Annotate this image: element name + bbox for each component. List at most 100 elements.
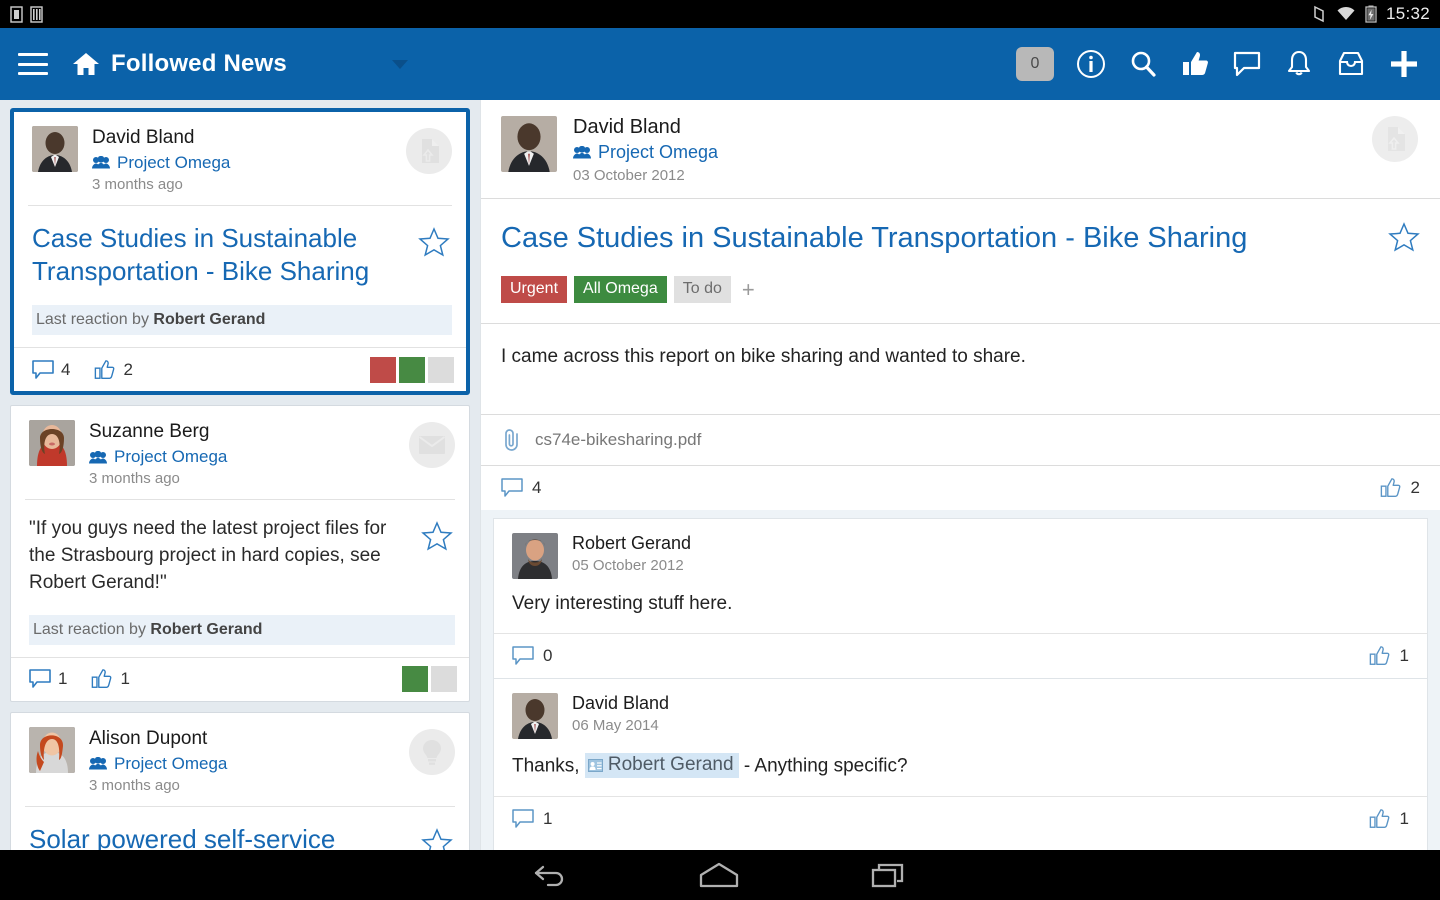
document-upload-icon xyxy=(1372,116,1418,162)
back-icon[interactable] xyxy=(532,861,568,889)
recent-apps-icon[interactable] xyxy=(870,861,908,889)
feed-card[interactable]: Suzanne Berg Project Omega 3 months ago … xyxy=(10,405,470,702)
comment-text: Very interesting stuff here. xyxy=(512,593,733,614)
android-screen: 15:32 Followed News 0 David Bland Projec… xyxy=(0,0,1440,900)
detail-group[interactable]: Project Omega xyxy=(573,142,718,163)
card-author: David Bland xyxy=(92,127,195,148)
feed-card-selected[interactable]: David Bland Project Omega 3 months ago C… xyxy=(10,108,470,396)
comment-count[interactable]: 4 xyxy=(501,478,541,498)
card-header: Suzanne Berg Project Omega 3 months ago xyxy=(11,406,469,499)
avatar xyxy=(501,116,557,172)
status-clock: 15:32 xyxy=(1385,4,1430,23)
thumbs-up-icon[interactable] xyxy=(1180,49,1210,79)
comment-count-value: 4 xyxy=(61,359,71,379)
envelope-icon xyxy=(409,422,455,469)
card-author: Alison Dupont xyxy=(89,727,208,749)
comment-count-value: 0 xyxy=(543,646,553,665)
info-icon[interactable] xyxy=(1076,49,1106,79)
comment-count[interactable]: 4 xyxy=(32,360,70,380)
comment-icon[interactable] xyxy=(1232,49,1262,79)
comment-count-value: 1 xyxy=(543,809,553,828)
star-icon[interactable] xyxy=(418,226,452,263)
tag-to-do[interactable]: To do xyxy=(673,276,731,303)
detail-header: David Bland Project Omega 03 October 201… xyxy=(481,100,1440,198)
detail-meta: David Bland Project Omega 03 October 201… xyxy=(573,116,718,184)
thumbs-up-icon xyxy=(1380,478,1400,497)
post-stats: 4 2 xyxy=(481,466,1440,510)
detail-group-label: Project Omega xyxy=(598,142,719,162)
mention-name: Robert Gerand xyxy=(607,754,734,775)
main-content: David Bland Project Omega 3 months ago C… xyxy=(0,100,1440,850)
app-bar: Followed News 0 xyxy=(0,28,1440,100)
document-upload-icon xyxy=(406,128,452,174)
card-quote[interactable]: "If you guys need the latest project fil… xyxy=(29,516,421,597)
star-icon[interactable] xyxy=(1388,221,1420,258)
card-group-label: Project Omega xyxy=(117,152,231,172)
avatar xyxy=(29,726,75,773)
like-count[interactable]: 1 xyxy=(1369,645,1409,667)
card-group-label: Project Omega xyxy=(114,447,228,466)
plus-icon[interactable] xyxy=(1388,48,1420,80)
card-author: Suzanne Berg xyxy=(89,421,210,443)
inbox-icon[interactable] xyxy=(1336,49,1366,79)
star-icon[interactable] xyxy=(421,827,455,850)
comment-count[interactable]: 0 xyxy=(512,646,552,666)
card-header: David Bland Project Omega 3 months ago xyxy=(14,112,466,205)
page-title: Followed News xyxy=(111,50,287,77)
card-group[interactable]: Project Omega xyxy=(89,754,455,774)
detail-date: 03 October 2012 xyxy=(573,167,685,184)
user-mention-chip[interactable]: Robert Gerand xyxy=(584,753,739,778)
feed-card[interactable]: Alison Dupont Project Omega 3 months ago… xyxy=(10,711,470,850)
comment-count[interactable]: 1 xyxy=(29,669,67,689)
comment-item[interactable]: Robert Gerand 05 October 2012 Very inter… xyxy=(493,518,1428,678)
attachment-row[interactable]: cs74e-bikesharing.pdf xyxy=(481,415,1440,465)
bell-icon[interactable] xyxy=(1284,49,1314,79)
card-footer: 4 2 xyxy=(14,347,466,391)
card-timestamp: 3 months ago xyxy=(89,470,180,487)
comment-count-value: 1 xyxy=(58,669,68,689)
news-feed-list[interactable]: David Bland Project Omega 3 months ago C… xyxy=(0,100,480,850)
like-count[interactable]: 2 xyxy=(94,359,133,381)
comment-count[interactable]: 1 xyxy=(512,809,552,829)
counter-badge[interactable]: 0 xyxy=(1016,47,1054,81)
thumbs-up-icon xyxy=(95,359,115,379)
chevron-down-icon[interactable] xyxy=(391,59,408,69)
detail-title[interactable]: Case Studies in Sustainable Transportati… xyxy=(501,221,1388,256)
like-count[interactable]: 2 xyxy=(1380,477,1420,499)
tag-swatches xyxy=(370,356,454,383)
group-icon xyxy=(89,757,107,770)
search-icon[interactable] xyxy=(1128,49,1158,79)
card-footer: 1 1 xyxy=(11,656,469,701)
sdcard-icon xyxy=(30,5,43,23)
detail-author: David Bland xyxy=(573,116,681,138)
home-icon[interactable] xyxy=(698,861,740,889)
add-tag-button[interactable]: + xyxy=(742,278,755,301)
sim-icon xyxy=(10,5,23,23)
card-group[interactable]: Project Omega xyxy=(92,153,452,173)
tag-all-omega[interactable]: All Omega xyxy=(574,276,667,303)
card-title[interactable]: Case Studies in Sustainable Transportati… xyxy=(32,222,418,288)
thumbs-up-icon xyxy=(1369,809,1389,828)
hamburger-menu-icon[interactable] xyxy=(18,53,48,75)
card-group-label: Project Omega xyxy=(114,753,228,773)
card-body: "If you guys need the latest project fil… xyxy=(11,500,469,601)
star-icon[interactable] xyxy=(421,520,455,557)
card-group[interactable]: Project Omega xyxy=(89,447,455,467)
comment-header: David Bland 06 May 2014 xyxy=(494,679,1427,749)
comment-icon xyxy=(32,359,54,379)
card-body: Solar powered self-service xyxy=(11,807,469,850)
thumbs-up-icon xyxy=(1369,646,1389,665)
tag-swatch xyxy=(428,356,454,383)
tag-list: Urgent All Omega To do + xyxy=(481,258,1440,323)
comment-footer: 1 1 xyxy=(494,796,1427,841)
like-count[interactable]: 1 xyxy=(91,668,130,690)
group-icon xyxy=(573,146,591,159)
tag-urgent[interactable]: Urgent xyxy=(501,276,568,303)
card-title[interactable]: Solar powered self-service xyxy=(29,823,421,850)
avatar xyxy=(32,126,78,172)
comment-date: 06 May 2014 xyxy=(572,717,659,734)
like-count[interactable]: 1 xyxy=(1369,808,1409,830)
comment-item[interactable]: David Bland 06 May 2014 Thanks, Robert G… xyxy=(493,678,1428,841)
android-status-bar: 15:32 xyxy=(0,0,1440,28)
see-more-reactions-link[interactable]: See more reactions xyxy=(493,841,1428,850)
